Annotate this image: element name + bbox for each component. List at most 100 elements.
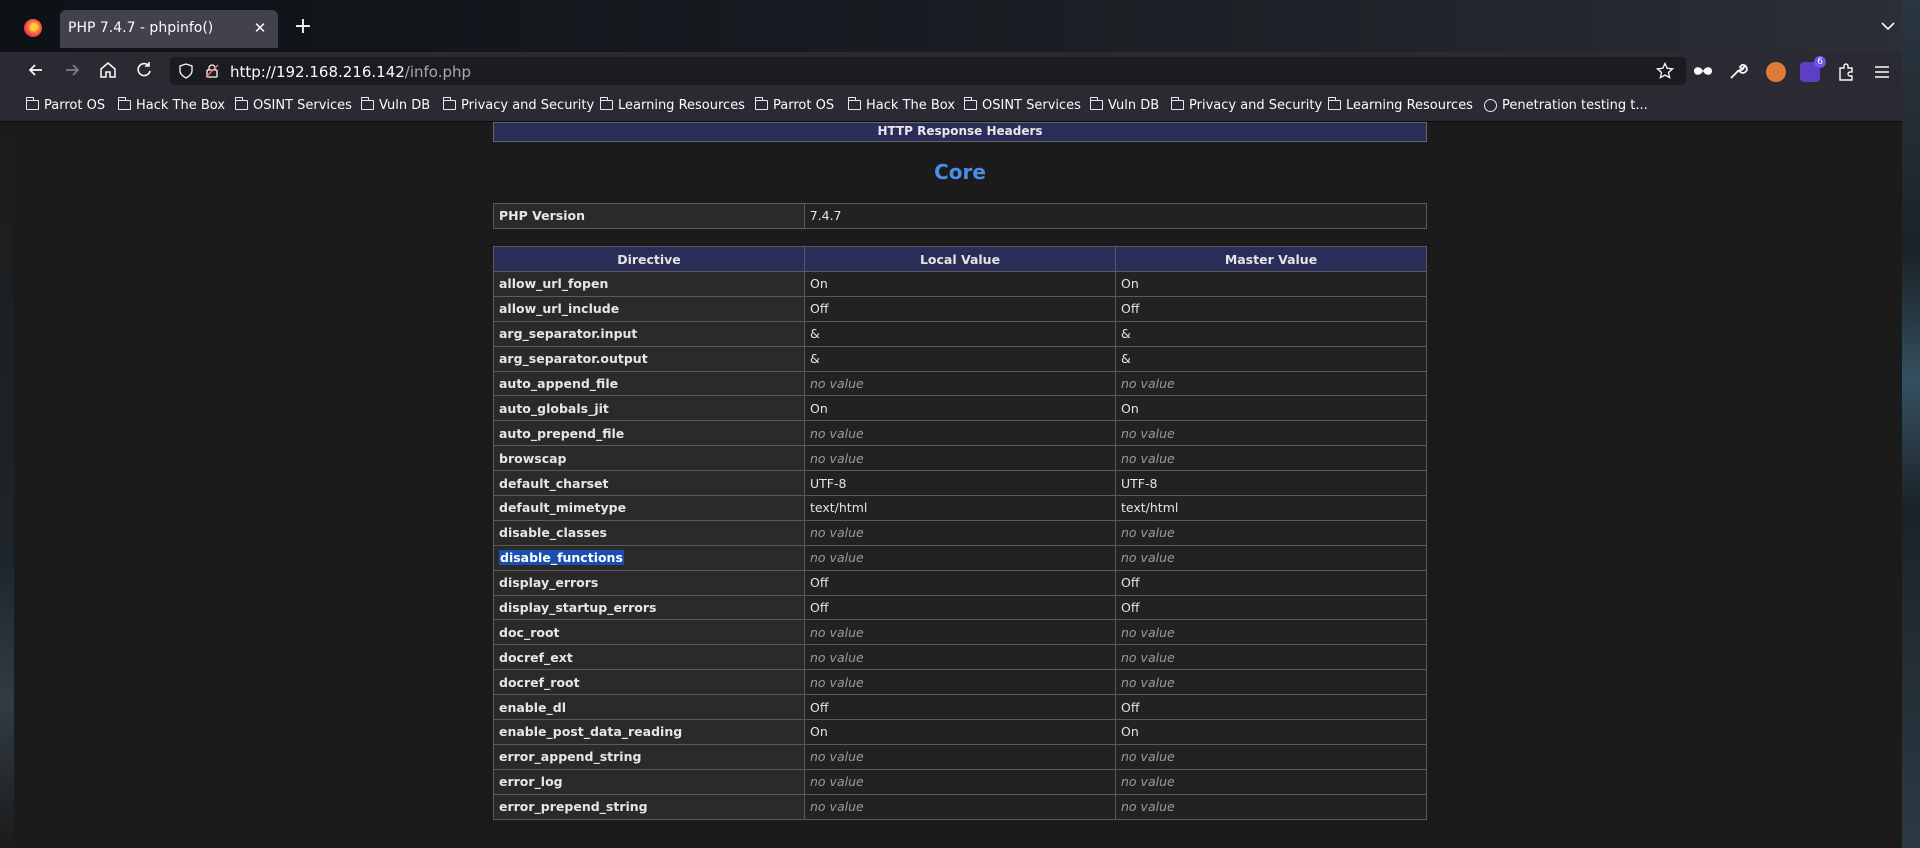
local-value: Off bbox=[804, 569, 1116, 596]
bookmark-item[interactable]: Hack The Box bbox=[847, 96, 956, 114]
column-header-local: Local Value bbox=[804, 246, 1116, 272]
bookmark-item[interactable]: Hack The Box bbox=[117, 96, 225, 114]
insecure-lock-icon[interactable] bbox=[204, 63, 220, 79]
directive-name: auto_globals_jit bbox=[493, 395, 805, 422]
tab-close-icon[interactable]: ✕ bbox=[250, 18, 270, 38]
bookmark-label: Penetration testing t... bbox=[1502, 97, 1648, 113]
tab-strip: PHP 7.4.7 - phpinfo() ✕ + bbox=[0, 0, 1920, 52]
local-value: On bbox=[804, 271, 1116, 297]
menu-hamburger-icon[interactable] bbox=[1872, 62, 1892, 82]
master-value: & bbox=[1115, 320, 1427, 347]
local-value: Off bbox=[804, 594, 1116, 621]
local-value: UTF-8 bbox=[804, 470, 1116, 497]
directive-label: error_prepend_string bbox=[499, 799, 648, 815]
shield-icon[interactable] bbox=[178, 63, 194, 79]
directive-label: arg_separator.input bbox=[499, 326, 638, 342]
bookmark-label: Parrot OS bbox=[773, 97, 835, 113]
local-value: no value bbox=[804, 644, 1116, 671]
master-value: no value bbox=[1115, 370, 1427, 397]
bookmark-item[interactable]: Learning Resources bbox=[1327, 96, 1473, 114]
bookmark-item[interactable]: OSINT Services bbox=[963, 96, 1081, 114]
bookmark-item[interactable]: Vuln DB bbox=[360, 96, 430, 114]
directive-label: auto_prepend_file bbox=[499, 425, 625, 441]
table-row: PHP Version 7.4.7 bbox=[493, 203, 1428, 229]
bookmark-item[interactable]: Penetration testing t... bbox=[1484, 96, 1648, 114]
bookmark-item[interactable]: Parrot OS bbox=[25, 96, 105, 114]
table-row: disable_functions no value no value bbox=[493, 544, 1427, 571]
selected-text: disable_functions bbox=[499, 550, 624, 566]
url-text: http://192.168.216.142/info.php bbox=[230, 63, 471, 81]
directive-name: display_startup_errors bbox=[493, 594, 805, 621]
directive-label: doc_root bbox=[499, 624, 560, 640]
directive-label: display_errors bbox=[499, 575, 599, 591]
bookmark-item[interactable]: Parrot OS bbox=[754, 96, 835, 114]
globe-icon bbox=[1484, 98, 1497, 112]
directive-name: allow_url_include bbox=[493, 295, 805, 322]
folder-icon bbox=[1170, 97, 1184, 110]
bookmark-label: Learning Resources bbox=[618, 97, 745, 113]
table-row: error_append_string no value no value bbox=[493, 743, 1427, 770]
directive-name: enable_dl bbox=[493, 694, 805, 721]
bookmark-label: OSINT Services bbox=[253, 97, 352, 113]
extensions-puzzle-icon[interactable] bbox=[1836, 62, 1856, 82]
local-value: no value bbox=[804, 420, 1116, 447]
tab-active[interactable]: PHP 7.4.7 - phpinfo() ✕ bbox=[60, 10, 278, 48]
bookmark-label: OSINT Services bbox=[982, 97, 1081, 113]
bookmark-item[interactable]: Vuln DB bbox=[1089, 96, 1160, 114]
folder-icon bbox=[754, 97, 768, 110]
cookie-extension-icon[interactable] bbox=[1766, 62, 1786, 82]
folder-icon bbox=[599, 97, 613, 110]
directive-label: docref_ext bbox=[499, 649, 573, 665]
bookmark-item[interactable]: OSINT Services bbox=[234, 96, 352, 114]
reload-icon[interactable] bbox=[134, 60, 154, 80]
master-value: no value bbox=[1115, 793, 1427, 820]
folder-icon bbox=[234, 97, 248, 110]
bookmarks-toolbar: Parrot OS Hack The Box OSINT Services Vuln … bbox=[0, 88, 1920, 122]
bookmark-item[interactable]: Learning Resources bbox=[599, 96, 745, 114]
firefox-logo-icon bbox=[24, 19, 42, 37]
bookmark-item[interactable]: Privacy and Security bbox=[1170, 96, 1322, 114]
directive-name: enable_post_data_reading bbox=[493, 719, 805, 745]
master-value: no value bbox=[1115, 743, 1427, 770]
local-value: no value bbox=[804, 793, 1116, 820]
table-row: browscap no value no value bbox=[493, 445, 1427, 472]
wrench-icon[interactable] bbox=[1728, 61, 1748, 81]
bookmark-label: Vuln DB bbox=[1108, 97, 1160, 113]
local-value: no value bbox=[804, 519, 1116, 546]
directive-name: disable_classes bbox=[493, 519, 805, 546]
table-row: arg_separator.input & & bbox=[493, 320, 1427, 347]
local-value: no value bbox=[804, 619, 1116, 646]
directive-name: browscap bbox=[493, 445, 805, 472]
back-icon[interactable] bbox=[26, 60, 46, 80]
directive-label: display_startup_errors bbox=[499, 600, 657, 616]
forward-icon[interactable] bbox=[62, 60, 82, 80]
home-icon[interactable] bbox=[98, 60, 118, 80]
bookmark-label: Privacy and Security bbox=[461, 97, 595, 113]
prev-section-header: HTTP Response Headers bbox=[493, 122, 1427, 142]
directive-label: error_log bbox=[499, 774, 563, 790]
folder-icon bbox=[847, 97, 861, 110]
new-tab-icon[interactable]: + bbox=[292, 16, 314, 38]
tab-list-chevron-icon[interactable] bbox=[1880, 18, 1896, 34]
master-value: On bbox=[1115, 271, 1427, 297]
section-title-core[interactable]: Core bbox=[493, 160, 1427, 184]
directive-name: docref_root bbox=[493, 669, 805, 696]
directive-label: browscap bbox=[499, 450, 567, 466]
mask-icon[interactable] bbox=[1692, 62, 1714, 80]
directive-name: error_prepend_string bbox=[493, 793, 805, 820]
directive-name: arg_separator.output bbox=[493, 345, 805, 372]
directive-name: doc_root bbox=[493, 619, 805, 646]
directive-name: display_errors bbox=[493, 569, 805, 596]
directive-name: error_append_string bbox=[493, 743, 805, 770]
browser-chrome: PHP 7.4.7 - phpinfo() ✕ + http://192.168… bbox=[0, 0, 1920, 122]
master-value: no value bbox=[1115, 519, 1427, 546]
url-host: http://192.168.216.142 bbox=[230, 63, 405, 81]
table-row: display_errors Off Off bbox=[493, 569, 1427, 596]
bookmark-item[interactable]: Privacy and Security bbox=[442, 96, 595, 114]
bookmark-label: Hack The Box bbox=[866, 97, 956, 113]
php-version-table: PHP Version 7.4.7 bbox=[493, 203, 1428, 229]
folder-icon bbox=[963, 97, 977, 110]
local-value: no value bbox=[804, 743, 1116, 770]
extension-icon[interactable]: 6 bbox=[1800, 56, 1826, 82]
bookmark-star-icon[interactable] bbox=[1656, 62, 1674, 80]
